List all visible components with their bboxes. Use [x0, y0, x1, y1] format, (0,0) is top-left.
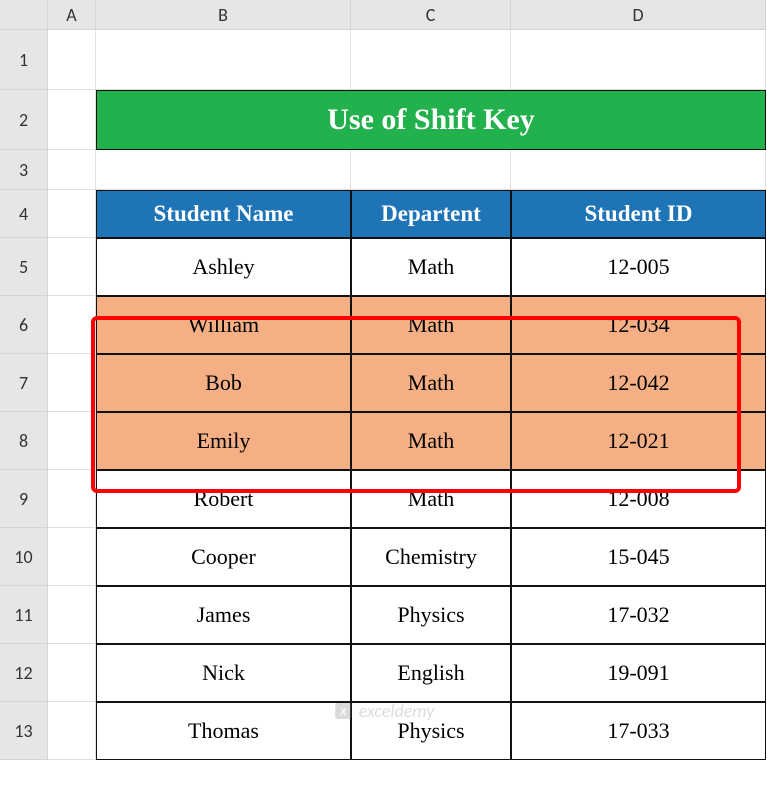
table-header-dept[interactable]: Departent — [351, 190, 511, 238]
table-row[interactable]: 12-034 — [511, 296, 766, 354]
table-row[interactable]: 12-042 — [511, 354, 766, 412]
cell-b3[interactable] — [96, 150, 351, 190]
col-header-b[interactable]: B — [96, 0, 351, 30]
table-header-name[interactable]: Student Name — [96, 190, 351, 238]
table-row[interactable]: 12-008 — [511, 470, 766, 528]
row-header-9[interactable]: 9 — [0, 470, 48, 528]
table-header-id[interactable]: Student ID — [511, 190, 766, 238]
table-row[interactable]: Math — [351, 296, 511, 354]
table-row[interactable]: Math — [351, 412, 511, 470]
table-row[interactable]: William — [96, 296, 351, 354]
row-header-2[interactable]: 2 — [0, 90, 48, 150]
table-row[interactable]: 12-005 — [511, 238, 766, 296]
table-row[interactable]: 15-045 — [511, 528, 766, 586]
row-header-8[interactable]: 8 — [0, 412, 48, 470]
row-header-5[interactable]: 5 — [0, 238, 48, 296]
cell-a7[interactable] — [48, 354, 96, 412]
col-header-d[interactable]: D — [511, 0, 766, 30]
table-row[interactable]: Math — [351, 354, 511, 412]
cell-c1[interactable] — [351, 30, 511, 90]
table-row[interactable]: Cooper — [96, 528, 351, 586]
row-header-7[interactable]: 7 — [0, 354, 48, 412]
corner-cell[interactable] — [0, 0, 48, 30]
cell-d3[interactable] — [511, 150, 766, 190]
cell-a13[interactable] — [48, 702, 96, 760]
table-row[interactable]: Physics — [351, 702, 511, 760]
cell-a4[interactable] — [48, 190, 96, 238]
table-row[interactable]: English — [351, 644, 511, 702]
row-header-10[interactable]: 10 — [0, 528, 48, 586]
col-header-c[interactable]: C — [351, 0, 511, 30]
table-row[interactable]: Bob — [96, 354, 351, 412]
cell-a9[interactable] — [48, 470, 96, 528]
table-row[interactable]: Robert — [96, 470, 351, 528]
row-header-13[interactable]: 13 — [0, 702, 48, 760]
cell-a12[interactable] — [48, 644, 96, 702]
cell-c3[interactable] — [351, 150, 511, 190]
cell-a2[interactable] — [48, 90, 96, 150]
cell-a11[interactable] — [48, 586, 96, 644]
table-row[interactable]: Math — [351, 238, 511, 296]
table-row[interactable]: Ashley — [96, 238, 351, 296]
table-row[interactable]: Thomas — [96, 702, 351, 760]
table-row[interactable]: 17-032 — [511, 586, 766, 644]
col-header-a[interactable]: A — [48, 0, 96, 30]
table-row[interactable]: 17-033 — [511, 702, 766, 760]
cell-a8[interactable] — [48, 412, 96, 470]
cell-a10[interactable] — [48, 528, 96, 586]
row-header-12[interactable]: 12 — [0, 644, 48, 702]
title-banner[interactable]: Use of Shift Key — [96, 90, 766, 150]
table-row[interactable]: Nick — [96, 644, 351, 702]
row-header-3[interactable]: 3 — [0, 150, 48, 190]
cell-a3[interactable] — [48, 150, 96, 190]
cell-d1[interactable] — [511, 30, 766, 90]
table-row[interactable]: Emily — [96, 412, 351, 470]
cell-a1[interactable] — [48, 30, 96, 90]
cell-a6[interactable] — [48, 296, 96, 354]
table-row[interactable]: 19-091 — [511, 644, 766, 702]
table-row[interactable]: Chemistry — [351, 528, 511, 586]
spreadsheet-grid: A B C D 1 2 Use of Shift Key 3 4 Student… — [0, 0, 767, 760]
cell-b1[interactable] — [96, 30, 351, 90]
row-header-11[interactable]: 11 — [0, 586, 48, 644]
cell-a5[interactable] — [48, 238, 96, 296]
table-row[interactable]: Math — [351, 470, 511, 528]
row-header-6[interactable]: 6 — [0, 296, 48, 354]
table-row[interactable]: Physics — [351, 586, 511, 644]
table-row[interactable]: 12-021 — [511, 412, 766, 470]
row-header-4[interactable]: 4 — [0, 190, 48, 238]
row-header-1[interactable]: 1 — [0, 30, 48, 90]
table-row[interactable]: James — [96, 586, 351, 644]
